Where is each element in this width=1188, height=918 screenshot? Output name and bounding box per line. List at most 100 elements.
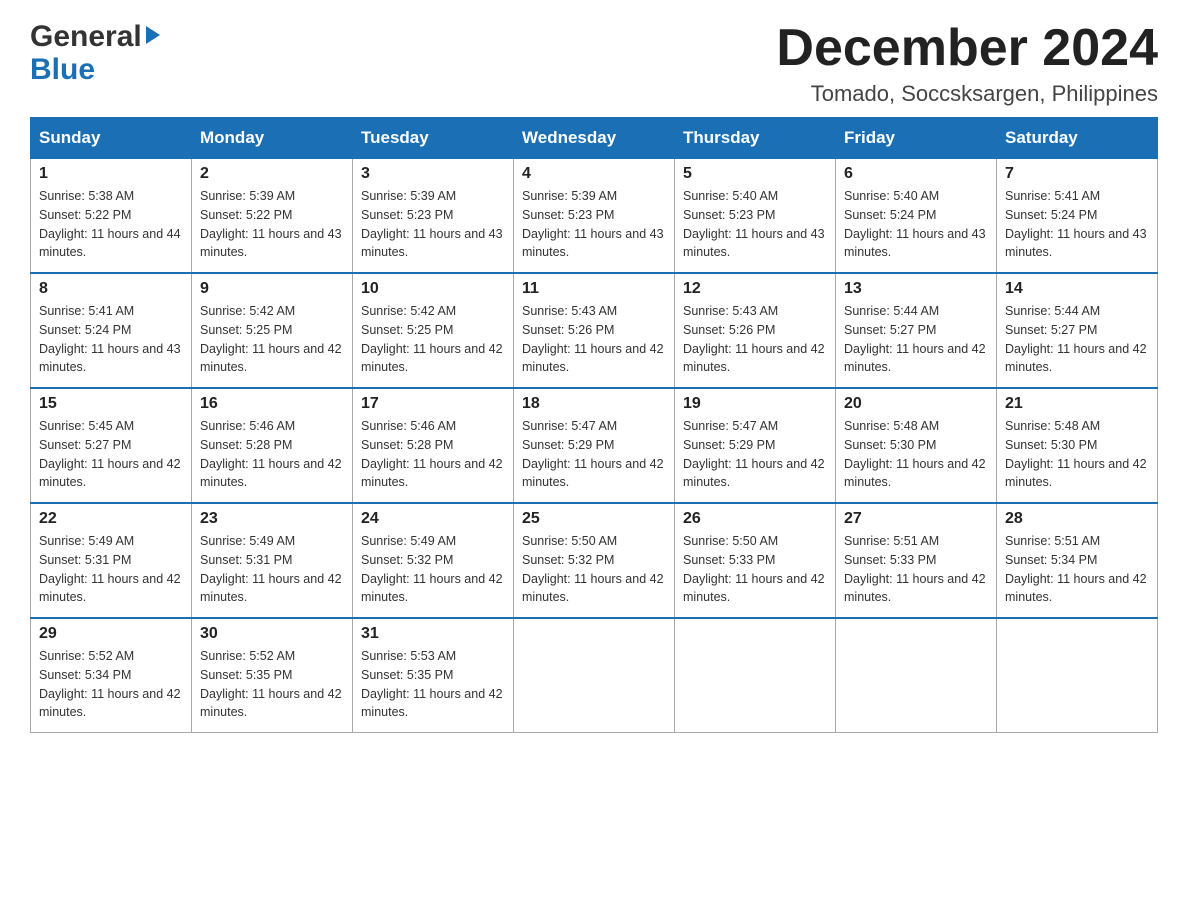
table-row: 20 Sunrise: 5:48 AMSunset: 5:30 PMDaylig… bbox=[836, 388, 997, 503]
day-number: 9 bbox=[200, 280, 344, 298]
day-number: 21 bbox=[1005, 395, 1149, 413]
header-monday: Monday bbox=[192, 118, 353, 159]
table-row: 14 Sunrise: 5:44 AMSunset: 5:27 PMDaylig… bbox=[997, 273, 1158, 388]
day-number: 5 bbox=[683, 165, 827, 183]
day-number: 12 bbox=[683, 280, 827, 298]
day-info: Sunrise: 5:47 AMSunset: 5:29 PMDaylight:… bbox=[683, 417, 827, 492]
table-row: 8 Sunrise: 5:41 AMSunset: 5:24 PMDayligh… bbox=[31, 273, 192, 388]
day-info: Sunrise: 5:45 AMSunset: 5:27 PMDaylight:… bbox=[39, 417, 183, 492]
day-number: 30 bbox=[200, 625, 344, 643]
table-row: 30 Sunrise: 5:52 AMSunset: 5:35 PMDaylig… bbox=[192, 618, 353, 733]
table-row: 5 Sunrise: 5:40 AMSunset: 5:23 PMDayligh… bbox=[675, 159, 836, 274]
calendar-week-row: 15 Sunrise: 5:45 AMSunset: 5:27 PMDaylig… bbox=[31, 388, 1158, 503]
day-number: 31 bbox=[361, 625, 505, 643]
day-number: 8 bbox=[39, 280, 183, 298]
day-number: 29 bbox=[39, 625, 183, 643]
table-row: 11 Sunrise: 5:43 AMSunset: 5:26 PMDaylig… bbox=[514, 273, 675, 388]
day-info: Sunrise: 5:38 AMSunset: 5:22 PMDaylight:… bbox=[39, 187, 183, 262]
table-row: 29 Sunrise: 5:52 AMSunset: 5:34 PMDaylig… bbox=[31, 618, 192, 733]
day-info: Sunrise: 5:39 AMSunset: 5:22 PMDaylight:… bbox=[200, 187, 344, 262]
calendar-table: Sunday Monday Tuesday Wednesday Thursday… bbox=[30, 117, 1158, 733]
table-row bbox=[675, 618, 836, 733]
calendar-week-row: 22 Sunrise: 5:49 AMSunset: 5:31 PMDaylig… bbox=[31, 503, 1158, 618]
table-row: 21 Sunrise: 5:48 AMSunset: 5:30 PMDaylig… bbox=[997, 388, 1158, 503]
day-info: Sunrise: 5:51 AMSunset: 5:34 PMDaylight:… bbox=[1005, 532, 1149, 607]
day-number: 20 bbox=[844, 395, 988, 413]
table-row: 19 Sunrise: 5:47 AMSunset: 5:29 PMDaylig… bbox=[675, 388, 836, 503]
calendar-week-row: 1 Sunrise: 5:38 AMSunset: 5:22 PMDayligh… bbox=[31, 159, 1158, 274]
table-row: 1 Sunrise: 5:38 AMSunset: 5:22 PMDayligh… bbox=[31, 159, 192, 274]
day-info: Sunrise: 5:42 AMSunset: 5:25 PMDaylight:… bbox=[200, 302, 344, 377]
day-number: 10 bbox=[361, 280, 505, 298]
table-row bbox=[836, 618, 997, 733]
day-number: 22 bbox=[39, 510, 183, 528]
day-info: Sunrise: 5:40 AMSunset: 5:24 PMDaylight:… bbox=[844, 187, 988, 262]
day-number: 27 bbox=[844, 510, 988, 528]
day-number: 19 bbox=[683, 395, 827, 413]
day-number: 17 bbox=[361, 395, 505, 413]
day-info: Sunrise: 5:39 AMSunset: 5:23 PMDaylight:… bbox=[361, 187, 505, 262]
day-number: 26 bbox=[683, 510, 827, 528]
calendar-week-row: 8 Sunrise: 5:41 AMSunset: 5:24 PMDayligh… bbox=[31, 273, 1158, 388]
logo-general-text: General bbox=[30, 20, 142, 53]
day-number: 3 bbox=[361, 165, 505, 183]
day-info: Sunrise: 5:50 AMSunset: 5:33 PMDaylight:… bbox=[683, 532, 827, 607]
table-row bbox=[514, 618, 675, 733]
title-section: December 2024 Tomado, Soccsksargen, Phil… bbox=[776, 20, 1158, 107]
day-info: Sunrise: 5:42 AMSunset: 5:25 PMDaylight:… bbox=[361, 302, 505, 377]
day-info: Sunrise: 5:49 AMSunset: 5:32 PMDaylight:… bbox=[361, 532, 505, 607]
day-info: Sunrise: 5:51 AMSunset: 5:33 PMDaylight:… bbox=[844, 532, 988, 607]
table-row: 25 Sunrise: 5:50 AMSunset: 5:32 PMDaylig… bbox=[514, 503, 675, 618]
header-tuesday: Tuesday bbox=[353, 118, 514, 159]
header-wednesday: Wednesday bbox=[514, 118, 675, 159]
day-number: 1 bbox=[39, 165, 183, 183]
table-row: 16 Sunrise: 5:46 AMSunset: 5:28 PMDaylig… bbox=[192, 388, 353, 503]
header-friday: Friday bbox=[836, 118, 997, 159]
header-sunday: Sunday bbox=[31, 118, 192, 159]
table-row: 6 Sunrise: 5:40 AMSunset: 5:24 PMDayligh… bbox=[836, 159, 997, 274]
header-saturday: Saturday bbox=[997, 118, 1158, 159]
calendar-title: December 2024 bbox=[776, 20, 1158, 77]
table-row: 9 Sunrise: 5:42 AMSunset: 5:25 PMDayligh… bbox=[192, 273, 353, 388]
day-number: 15 bbox=[39, 395, 183, 413]
calendar-header-row: Sunday Monday Tuesday Wednesday Thursday… bbox=[31, 118, 1158, 159]
day-info: Sunrise: 5:46 AMSunset: 5:28 PMDaylight:… bbox=[200, 417, 344, 492]
day-number: 18 bbox=[522, 395, 666, 413]
day-info: Sunrise: 5:50 AMSunset: 5:32 PMDaylight:… bbox=[522, 532, 666, 607]
page-header: General Blue December 2024 Tomado, Soccs… bbox=[30, 20, 1158, 107]
day-info: Sunrise: 5:53 AMSunset: 5:35 PMDaylight:… bbox=[361, 647, 505, 722]
day-number: 25 bbox=[522, 510, 666, 528]
table-row: 23 Sunrise: 5:49 AMSunset: 5:31 PMDaylig… bbox=[192, 503, 353, 618]
table-row: 15 Sunrise: 5:45 AMSunset: 5:27 PMDaylig… bbox=[31, 388, 192, 503]
table-row: 28 Sunrise: 5:51 AMSunset: 5:34 PMDaylig… bbox=[997, 503, 1158, 618]
day-number: 7 bbox=[1005, 165, 1149, 183]
day-info: Sunrise: 5:52 AMSunset: 5:35 PMDaylight:… bbox=[200, 647, 344, 722]
table-row: 26 Sunrise: 5:50 AMSunset: 5:33 PMDaylig… bbox=[675, 503, 836, 618]
table-row: 17 Sunrise: 5:46 AMSunset: 5:28 PMDaylig… bbox=[353, 388, 514, 503]
table-row: 10 Sunrise: 5:42 AMSunset: 5:25 PMDaylig… bbox=[353, 273, 514, 388]
logo-blue-text: Blue bbox=[30, 53, 95, 86]
day-info: Sunrise: 5:41 AMSunset: 5:24 PMDaylight:… bbox=[1005, 187, 1149, 262]
calendar-subtitle: Tomado, Soccsksargen, Philippines bbox=[776, 81, 1158, 107]
day-number: 23 bbox=[200, 510, 344, 528]
day-number: 4 bbox=[522, 165, 666, 183]
table-row: 7 Sunrise: 5:41 AMSunset: 5:24 PMDayligh… bbox=[997, 159, 1158, 274]
day-info: Sunrise: 5:48 AMSunset: 5:30 PMDaylight:… bbox=[844, 417, 988, 492]
table-row: 13 Sunrise: 5:44 AMSunset: 5:27 PMDaylig… bbox=[836, 273, 997, 388]
day-info: Sunrise: 5:40 AMSunset: 5:23 PMDaylight:… bbox=[683, 187, 827, 262]
day-number: 2 bbox=[200, 165, 344, 183]
table-row: 4 Sunrise: 5:39 AMSunset: 5:23 PMDayligh… bbox=[514, 159, 675, 274]
day-info: Sunrise: 5:49 AMSunset: 5:31 PMDaylight:… bbox=[39, 532, 183, 607]
table-row: 31 Sunrise: 5:53 AMSunset: 5:35 PMDaylig… bbox=[353, 618, 514, 733]
day-number: 13 bbox=[844, 280, 988, 298]
day-info: Sunrise: 5:48 AMSunset: 5:30 PMDaylight:… bbox=[1005, 417, 1149, 492]
day-number: 28 bbox=[1005, 510, 1149, 528]
day-info: Sunrise: 5:43 AMSunset: 5:26 PMDaylight:… bbox=[522, 302, 666, 377]
table-row: 18 Sunrise: 5:47 AMSunset: 5:29 PMDaylig… bbox=[514, 388, 675, 503]
day-info: Sunrise: 5:44 AMSunset: 5:27 PMDaylight:… bbox=[1005, 302, 1149, 377]
day-info: Sunrise: 5:52 AMSunset: 5:34 PMDaylight:… bbox=[39, 647, 183, 722]
day-info: Sunrise: 5:49 AMSunset: 5:31 PMDaylight:… bbox=[200, 532, 344, 607]
day-info: Sunrise: 5:44 AMSunset: 5:27 PMDaylight:… bbox=[844, 302, 988, 377]
day-number: 16 bbox=[200, 395, 344, 413]
table-row: 24 Sunrise: 5:49 AMSunset: 5:32 PMDaylig… bbox=[353, 503, 514, 618]
